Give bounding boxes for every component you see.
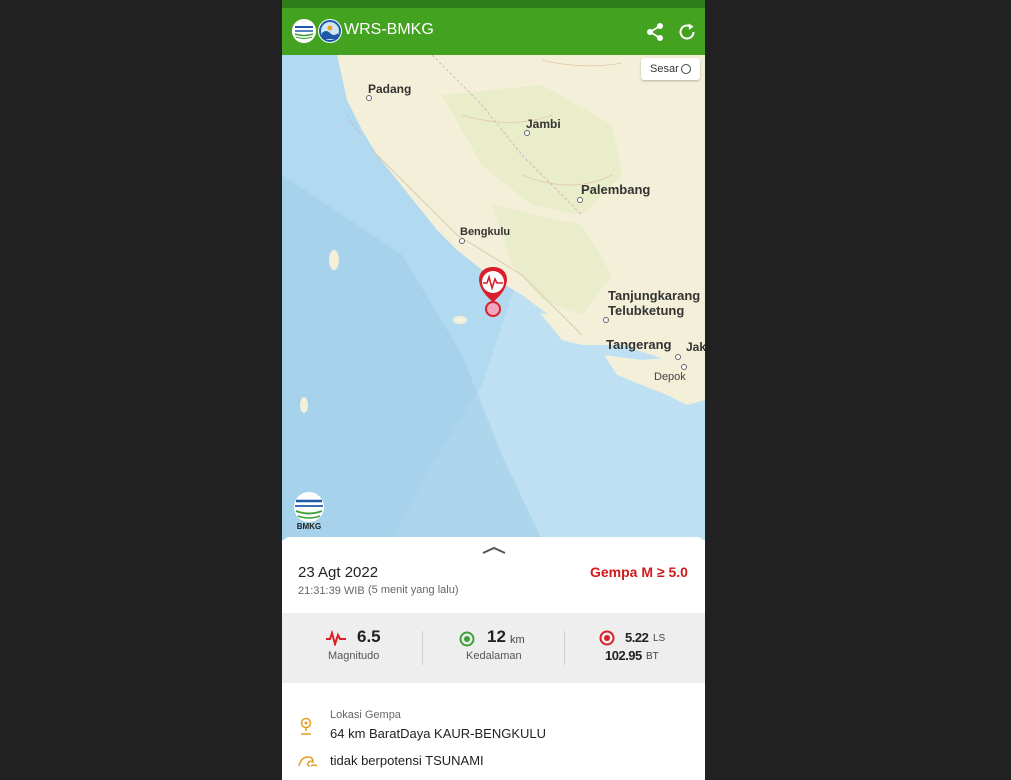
tsunami-wave-icon	[298, 756, 318, 767]
stats-divider	[422, 631, 423, 665]
latitude-unit: LS	[653, 633, 666, 644]
depth-value: 12	[487, 627, 506, 646]
depth-unit: km	[510, 634, 525, 646]
depth-icon	[459, 631, 475, 647]
city-label-depok: Depok	[654, 371, 686, 383]
magnitude-icon	[326, 630, 346, 646]
bmkg-logo-icon	[292, 19, 316, 43]
magnitude-filter-badge: Gempa M ≥ 5.0	[590, 564, 688, 580]
quake-time-ago: (5 menit yang lalu)	[368, 584, 459, 596]
latitude-value: 5.22	[625, 630, 649, 645]
wrs-logo-icon	[318, 19, 342, 43]
refresh-icon	[679, 23, 695, 40]
tsunami-status: tidak berpotensi TSUNAMI	[330, 753, 484, 768]
quake-date: 23 Agt 2022	[298, 564, 379, 581]
location-pin-icon	[300, 717, 312, 735]
city-label-jambi: Jambi	[526, 117, 561, 131]
magnitude-label: Magnitudo	[328, 650, 380, 662]
share-button[interactable]	[644, 21, 666, 43]
chevron-up-icon	[482, 546, 506, 554]
sesar-toggle[interactable]: Sesar	[641, 58, 700, 80]
location-value: 64 km BaratDaya KAUR-BENGKULU	[330, 726, 547, 741]
bmkg-logo-icon	[294, 492, 324, 522]
city-label-padang: Padang	[368, 82, 411, 96]
longitude-unit: BT	[646, 651, 659, 662]
sesar-label: Sesar	[650, 63, 679, 75]
quake-stats-panel: 6.5 Magnitudo 12 km Kedalaman 5.22 LS 10…	[282, 613, 705, 683]
bmkg-map-logo-text: BMKG	[296, 522, 322, 531]
city-label-tanjungkarang: Tanjungkarang	[608, 288, 700, 303]
sesar-radio-icon[interactable]	[681, 64, 691, 74]
earthquake-detail-sheet[interactable]: 23 Agt 2022 21:31:39 WIB (5 menit yang l…	[282, 537, 705, 780]
magnitude-value: 6.5	[357, 627, 381, 646]
status-bar	[282, 0, 705, 8]
depth-label: Kedalaman	[466, 650, 522, 662]
earthquake-map[interactable]: Padang Jambi Palembang Bengkulu Tanjungk…	[282, 55, 705, 540]
app-bar: WRS-BMKG	[282, 8, 705, 55]
city-label-jak: Jak	[686, 340, 705, 354]
city-label-tangerang: Tangerang	[606, 337, 672, 352]
city-label-palembang: Palembang	[581, 182, 650, 197]
app-title: WRS-BMKG	[344, 21, 434, 38]
phone-screen: WRS-BMKG Padang Jambi Palembang Bengkulu…	[282, 0, 705, 780]
longitude-value: 102.95	[605, 648, 642, 663]
city-label-bengkulu: Bengkulu	[460, 226, 510, 238]
quake-time: 21:31:39 WIB	[298, 585, 365, 597]
city-label-telukbetung: Telubketung	[608, 303, 684, 318]
location-title: Lokasi Gempa	[330, 709, 401, 721]
epicenter-icon	[599, 630, 615, 646]
stats-divider	[564, 631, 565, 665]
share-icon	[647, 23, 663, 41]
bmkg-map-logo: BMKG	[292, 492, 326, 532]
expand-handle[interactable]	[481, 542, 507, 554]
refresh-button[interactable]	[676, 21, 698, 43]
